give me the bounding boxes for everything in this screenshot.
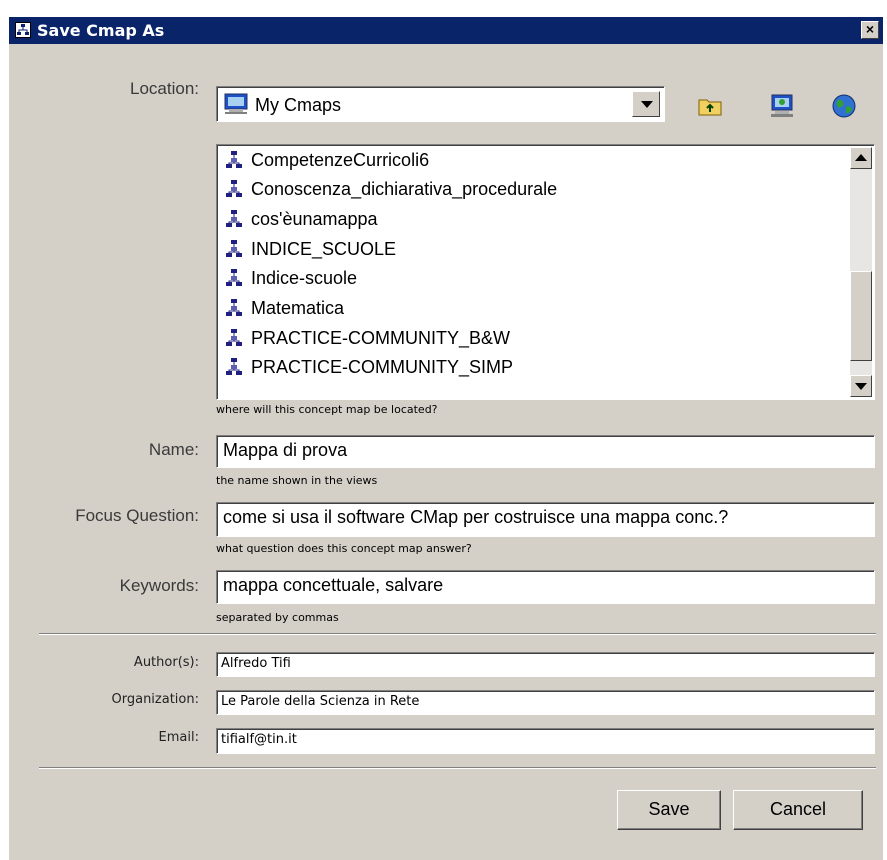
list-item-label: Indice-scuole bbox=[251, 268, 358, 288]
concept-map-icon bbox=[226, 358, 242, 375]
concept-map-icon bbox=[226, 240, 242, 257]
organization-label: Organization: bbox=[111, 692, 200, 707]
separator bbox=[39, 633, 876, 635]
concept-map-icon bbox=[226, 151, 242, 168]
close-button[interactable]: × bbox=[861, 21, 879, 39]
cmap-file-list[interactable]: CompetenzeCurricoli6 Conoscenza_dichiara… bbox=[216, 144, 875, 400]
list-item-label: cos'èunamappa bbox=[251, 209, 378, 229]
name-hint: the name shown in the views bbox=[216, 474, 378, 487]
keywords-field[interactable]: mappa concettuale, salvare bbox=[216, 570, 875, 604]
list-item-label: CompetenzeCurricoli6 bbox=[251, 150, 430, 170]
separator bbox=[39, 767, 876, 769]
location-dropdown[interactable]: My Cmaps bbox=[216, 86, 665, 122]
focus-question-hint: what question does this concept map answ… bbox=[216, 542, 472, 555]
scroll-up-button[interactable] bbox=[850, 147, 872, 169]
scroll-thumb[interactable] bbox=[850, 271, 872, 361]
cmap-app-icon bbox=[15, 22, 31, 38]
list-item-label: Matematica bbox=[251, 298, 345, 318]
list-item-label: PRACTICE-COMMUNITY_SIMP bbox=[251, 357, 514, 377]
concept-map-icon bbox=[226, 269, 242, 286]
list-item-label: PRACTICE-COMMUNITY_B&W bbox=[251, 328, 511, 348]
concept-map-icon bbox=[226, 299, 242, 316]
list-scrollbar[interactable] bbox=[850, 147, 872, 397]
cancel-button[interactable]: Cancel bbox=[733, 790, 863, 830]
focus-question-field[interactable]: come si usa il software CMap per costrui… bbox=[216, 502, 875, 537]
organization-field[interactable]: Le Parole della Scienza in Rete bbox=[216, 690, 875, 715]
keywords-hint: separated by commas bbox=[216, 611, 339, 624]
scroll-down-button[interactable] bbox=[850, 375, 872, 397]
name-label: Name: bbox=[148, 440, 199, 459]
keywords-label: Keywords: bbox=[119, 576, 199, 595]
save-button[interactable]: Save bbox=[617, 790, 721, 830]
window-title: Save Cmap As bbox=[37, 21, 165, 40]
concept-map-icon bbox=[226, 180, 242, 197]
author-field[interactable]: Alfredo Tifi bbox=[216, 652, 875, 677]
location-hint: where will this concept map be located? bbox=[216, 403, 438, 416]
location-selected: My Cmaps bbox=[255, 95, 342, 115]
list-item-label: Conoscenza_dichiarativa_procedurale bbox=[251, 179, 558, 199]
email-field[interactable]: tifialf@tin.it bbox=[216, 728, 875, 754]
email-label: Email: bbox=[158, 730, 199, 745]
focus-question-label: Focus Question: bbox=[75, 506, 199, 525]
concept-map-icon bbox=[226, 329, 242, 346]
save-cmap-dialog: Save Cmap As × Location: My Cmaps Compet… bbox=[8, 16, 883, 860]
monitor-icon bbox=[223, 93, 249, 120]
title-bar[interactable]: Save Cmap As × bbox=[9, 17, 883, 44]
author-label: Author(s): bbox=[133, 655, 199, 670]
my-cmaps-icon[interactable] bbox=[769, 93, 795, 119]
folder-up-icon[interactable] bbox=[697, 93, 723, 119]
location-label: Location: bbox=[130, 79, 199, 98]
dropdown-arrow-button[interactable] bbox=[632, 91, 660, 117]
concept-map-icon bbox=[226, 210, 242, 227]
network-globe-icon[interactable] bbox=[831, 93, 857, 119]
list-item-label: INDICE_SCUOLE bbox=[251, 239, 397, 259]
name-field[interactable]: Mappa di prova bbox=[216, 435, 875, 468]
